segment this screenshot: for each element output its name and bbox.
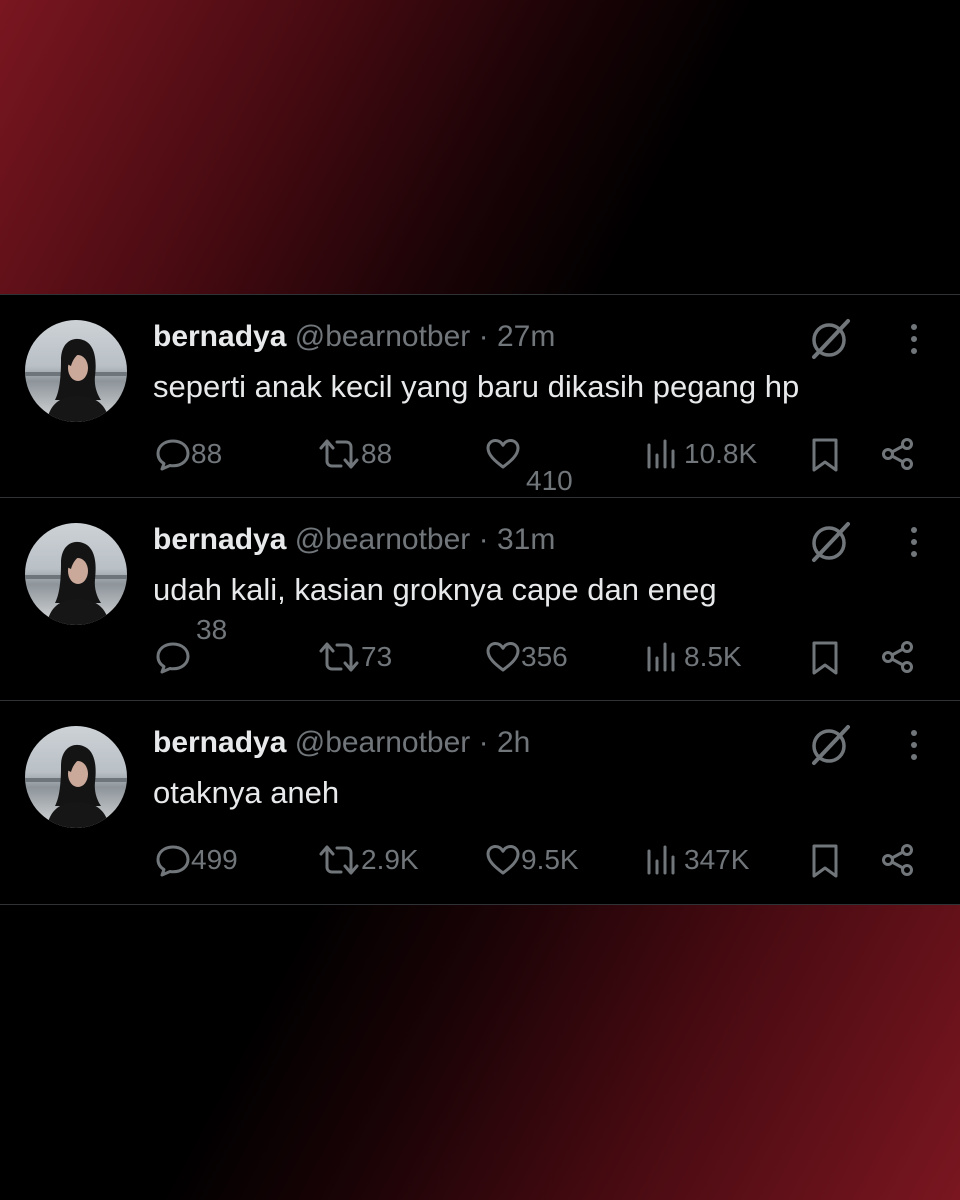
- share-button[interactable]: [880, 437, 916, 471]
- reply-count: 499: [191, 844, 238, 875]
- bookmark-button[interactable]: [810, 437, 840, 473]
- author-name[interactable]: bernadya: [153, 320, 286, 353]
- author-handle[interactable]: @bearnotber: [295, 726, 471, 759]
- heart-icon: [486, 845, 520, 875]
- tweet-text: seperti anak kecil yang baru dikasih peg…: [153, 369, 800, 404]
- author-handle[interactable]: @bearnotber: [295, 320, 471, 353]
- tweet[interactable]: bernadya @bearnotber · 2h otaknya aneh 4…: [0, 701, 960, 904]
- heart-icon: [486, 439, 520, 469]
- share-button[interactable]: [880, 640, 916, 674]
- like-count: 356: [521, 641, 568, 672]
- more-icon[interactable]: [902, 727, 926, 763]
- reply-count: 88: [191, 438, 223, 469]
- reply-button[interactable]: [155, 640, 191, 674]
- background-gradient-top: [0, 0, 960, 294]
- more-icon[interactable]: [902, 321, 926, 357]
- bookmark-icon: [812, 641, 838, 675]
- avatar[interactable]: [25, 726, 127, 828]
- tweet-text: udah kali, kasian groknya cape dan eneg: [153, 572, 717, 607]
- author-name[interactable]: bernadya: [153, 726, 286, 759]
- retweet-button[interactable]: 88: [317, 437, 392, 471]
- reply-icon: [156, 642, 190, 674]
- author-handle[interactable]: @bearnotber: [295, 523, 471, 556]
- grok-icon[interactable]: [808, 317, 852, 361]
- retweet-count: 73: [361, 641, 393, 672]
- like-button[interactable]: 356: [485, 640, 568, 674]
- bookmark-icon: [812, 438, 838, 472]
- tweet-header: bernadya @bearnotber · 31m: [153, 520, 555, 560]
- retweet-icon: [319, 642, 359, 672]
- bookmark-button[interactable]: [810, 640, 840, 676]
- more-icon[interactable]: [902, 524, 926, 560]
- timestamp[interactable]: 2h: [497, 726, 530, 759]
- views-count: 8.5K: [684, 641, 742, 672]
- separator-dot: ·: [478, 726, 489, 759]
- grok-icon[interactable]: [808, 520, 852, 564]
- tweet-feed: bernadya @bearnotber · 27m seperti anak …: [0, 294, 960, 905]
- retweet-button[interactable]: 2.9K: [317, 843, 419, 877]
- share-icon: [882, 641, 913, 673]
- retweet-icon: [319, 845, 359, 875]
- retweet-icon: [319, 439, 359, 469]
- share-button[interactable]: [880, 843, 916, 877]
- views-icon: [647, 642, 675, 672]
- separator-dot: ·: [478, 523, 489, 556]
- like-count: 9.5K: [521, 844, 579, 875]
- tweet-header: bernadya @bearnotber · 27m: [153, 317, 555, 357]
- tweet[interactable]: bernadya @bearnotber · 27m seperti anak …: [0, 295, 960, 498]
- reply-button[interactable]: 499: [155, 843, 238, 877]
- share-icon: [882, 844, 913, 876]
- views-icon: [647, 439, 675, 469]
- views-button[interactable]: 347K: [646, 843, 749, 877]
- avatar[interactable]: [25, 320, 127, 422]
- avatar[interactable]: [25, 523, 127, 625]
- reply-button[interactable]: 88: [155, 437, 222, 471]
- retweet-button[interactable]: 73: [317, 640, 392, 674]
- views-icon: [647, 845, 675, 875]
- timestamp[interactable]: 31m: [497, 523, 555, 556]
- reply-icon: [156, 845, 190, 877]
- author-name[interactable]: bernadya: [153, 523, 286, 556]
- heart-icon: [486, 642, 520, 672]
- tweet-text: otaknya aneh: [153, 775, 340, 810]
- reply-count: 38: [196, 614, 228, 645]
- retweet-count: 88: [361, 438, 393, 469]
- tweet-header: bernadya @bearnotber · 2h: [153, 723, 530, 763]
- share-icon: [882, 438, 913, 470]
- views-button[interactable]: 10.8K: [646, 437, 757, 471]
- reply-icon: [156, 439, 190, 471]
- like-button[interactable]: 9.5K: [485, 843, 579, 877]
- views-button[interactable]: 8.5K: [646, 640, 742, 674]
- bookmark-button[interactable]: [810, 843, 840, 879]
- grok-icon[interactable]: [808, 723, 852, 767]
- timestamp[interactable]: 27m: [497, 320, 555, 353]
- views-count: 10.8K: [684, 438, 758, 469]
- like-count: 410: [526, 465, 573, 496]
- views-count: 347K: [684, 844, 750, 875]
- bookmark-icon: [812, 844, 838, 878]
- like-button[interactable]: [485, 437, 521, 471]
- tweet[interactable]: bernadya @bearnotber · 31m udah kali, ka…: [0, 498, 960, 701]
- background-gradient-bottom: [0, 905, 960, 1200]
- retweet-count: 2.9K: [361, 844, 419, 875]
- separator-dot: ·: [478, 320, 489, 353]
